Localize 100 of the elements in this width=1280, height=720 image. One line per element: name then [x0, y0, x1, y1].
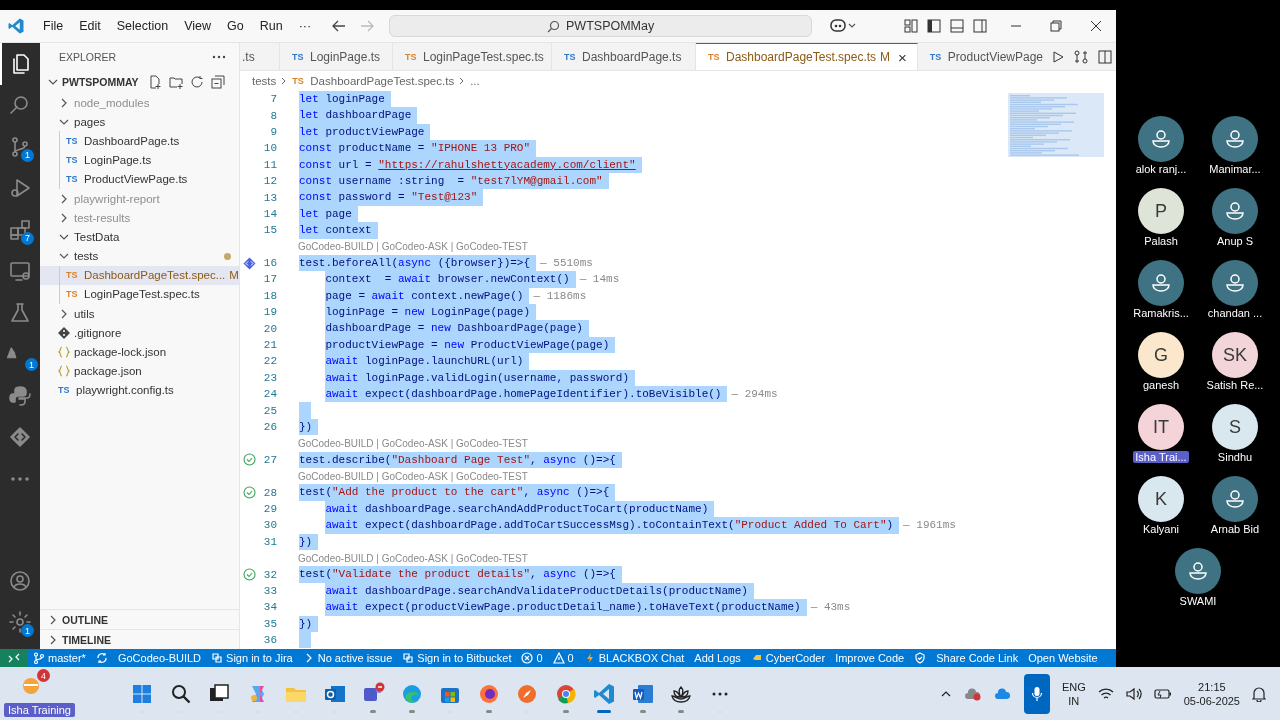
workspace-header[interactable]: PWTSPOMMAY	[40, 71, 239, 93]
menu-item[interactable]: View	[176, 16, 219, 36]
breadcrumb-item[interactable]: DashboardPageTest.spec.ts	[310, 75, 455, 87]
status-item[interactable]: GoCodeo-BUILD	[112, 652, 207, 664]
new-folder-icon[interactable]	[169, 75, 183, 89]
duration-hint: — 294ms	[731, 388, 778, 401]
typescript-file-icon: TS	[564, 51, 578, 62]
section-header[interactable]: OUTLINE	[40, 609, 239, 629]
line-number: 7	[269, 93, 277, 106]
code-diamond-icon[interactable]	[8, 425, 32, 450]
code-lens[interactable]: GoCodeo-BUILD | GoCodeo-ASK | GoCodeo-TEST	[298, 241, 528, 253]
editor-tab[interactable]: TS ProductViewPage	[917, 43, 1046, 70]
line-number: 15	[262, 224, 277, 237]
status-item[interactable]: Sign in to Jira	[206, 652, 298, 664]
battery-icon[interactable]	[1153, 687, 1172, 700]
status-item[interactable]: BLACKBOX Chat	[578, 652, 690, 664]
tree-item[interactable]: TS playwright.config.ts	[40, 380, 239, 400]
cloud-icon[interactable]	[993, 687, 1012, 700]
more-icon[interactable]	[212, 55, 226, 59]
remote-icon[interactable]	[8, 259, 32, 284]
line-number: 9	[269, 125, 277, 138]
menu-item[interactable]: Run	[251, 16, 291, 36]
tree-item[interactable]: TestData	[40, 227, 239, 247]
status-item[interactable]: 0	[547, 652, 579, 664]
settings-icon[interactable]	[8, 610, 32, 635]
run-icon[interactable]	[1051, 50, 1064, 63]
status-item[interactable]: Add Logs	[689, 652, 746, 664]
person-icon	[1225, 130, 1245, 148]
split-editor-icon[interactable]	[1097, 49, 1112, 64]
refresh-icon[interactable]	[190, 75, 204, 89]
breadcrumb-item[interactable]: ...	[470, 75, 480, 87]
tree-item[interactable]: tests	[40, 246, 239, 266]
sync-icon	[95, 652, 108, 664]
python-icon[interactable]	[8, 383, 32, 408]
command-center[interactable]: PWTSPOMMay	[389, 15, 813, 37]
count-badge: 1	[25, 358, 38, 371]
new-file-icon[interactable]	[148, 75, 162, 89]
editor-tab[interactable]: TS LoginPageTest.spec.ts	[393, 43, 552, 70]
toggle-sidebar-icon[interactable]	[927, 19, 941, 33]
tree-item[interactable]: TS LoginPageTest.spec.ts	[40, 284, 239, 305]
menu-item[interactable]: Selection	[108, 16, 177, 36]
tree-item[interactable]: .gitignore	[40, 323, 239, 343]
tree-item[interactable]: package.json	[40, 361, 239, 381]
editor-tab[interactable]: TS LoginPage.ts	[280, 43, 393, 70]
diamond-icon[interactable]	[242, 256, 256, 270]
typescript-file-icon: TS	[66, 135, 80, 146]
editor-tab[interactable]: TS DashboardPageTest.spec.ts M ×	[696, 43, 918, 70]
status-item[interactable]: No active issue	[297, 652, 398, 664]
close-icon[interactable]	[1090, 20, 1102, 32]
status-item[interactable]: Improve Code	[830, 652, 910, 664]
code-lens[interactable]: GoCodeo-BUILD | GoCodeo-ASK | GoCodeo-TEST	[298, 552, 528, 564]
toggle-secondary-sidebar-icon[interactable]	[973, 19, 987, 33]
participant-name: Palash	[1143, 235, 1179, 247]
status-item[interactable]: master*	[28, 652, 91, 664]
clock[interactable]: 21:15 05-06-2025	[1183, 679, 1240, 708]
check-circle-icon[interactable]	[242, 568, 256, 581]
line-number: 14	[262, 207, 277, 220]
compare-icon[interactable]	[1073, 49, 1088, 64]
microphone-button[interactable]	[1023, 673, 1050, 714]
tree-item[interactable]: TS DashboardPage.ts	[40, 131, 239, 151]
status-item[interactable]: CyberCoder	[745, 652, 831, 664]
layout-icon[interactable]	[904, 19, 918, 33]
testing-icon[interactable]	[8, 300, 32, 325]
vscode-icon[interactable]	[592, 681, 616, 706]
menu-item[interactable]: File	[35, 16, 72, 36]
menu-item[interactable]: Go	[219, 16, 252, 36]
collapse-all-icon[interactable]	[211, 75, 225, 89]
wifi-icon[interactable]	[1097, 686, 1114, 701]
menu-item[interactable]: ···	[290, 16, 320, 36]
code-lens[interactable]: GoCodeo-BUILD | GoCodeo-ASK | GoCodeo-TEST	[298, 470, 528, 482]
tree-item[interactable]: TS DashboardPageTest.spec... M	[40, 265, 239, 285]
tree-item[interactable]: package-lock.json	[40, 342, 239, 362]
tree-item[interactable]: utils	[40, 304, 239, 324]
check-circle-icon[interactable]	[242, 486, 256, 500]
language-indicator[interactable]: ENG IN	[1061, 679, 1086, 708]
participant-name: Manimar...	[1208, 163, 1262, 175]
back-arrow-icon[interactable]	[331, 18, 348, 34]
cloud-icon[interactable]	[963, 686, 982, 701]
tree-item[interactable]: TS ProductViewPage.ts	[40, 169, 239, 189]
status-item[interactable]: Open Website	[1023, 652, 1103, 664]
check-circle-icon[interactable]	[242, 453, 256, 467]
status-item[interactable]: Sign in to Bitbucket	[397, 652, 517, 664]
tree-item[interactable]: TS LoginPage.ts	[40, 150, 239, 170]
avatar-initials: SK	[1223, 344, 1247, 366]
toggle-panel-icon[interactable]	[950, 19, 964, 33]
tree-item[interactable]: pages	[40, 112, 239, 132]
account-icon[interactable]	[8, 568, 32, 593]
remote-indicator[interactable]	[0, 649, 28, 667]
code-lens[interactable]: GoCodeo-BUILD | GoCodeo-ASK | GoCodeo-TEST	[298, 437, 528, 449]
status-item[interactable]: 0	[516, 652, 548, 664]
editor-tab[interactable]: .ts	[240, 43, 280, 70]
person-icon	[1225, 274, 1245, 292]
line-number: 32	[262, 568, 277, 581]
notification-bell-icon[interactable]	[1252, 685, 1266, 702]
menu-item[interactable]: Edit	[71, 16, 109, 36]
restore-icon[interactable]	[1050, 20, 1062, 32]
breadcrumb-item[interactable]: tests	[252, 75, 277, 87]
extensions-icon[interactable]	[8, 217, 32, 242]
status-item[interactable]: Share Code Link	[931, 652, 1024, 664]
volume-icon[interactable]	[1125, 686, 1142, 701]
